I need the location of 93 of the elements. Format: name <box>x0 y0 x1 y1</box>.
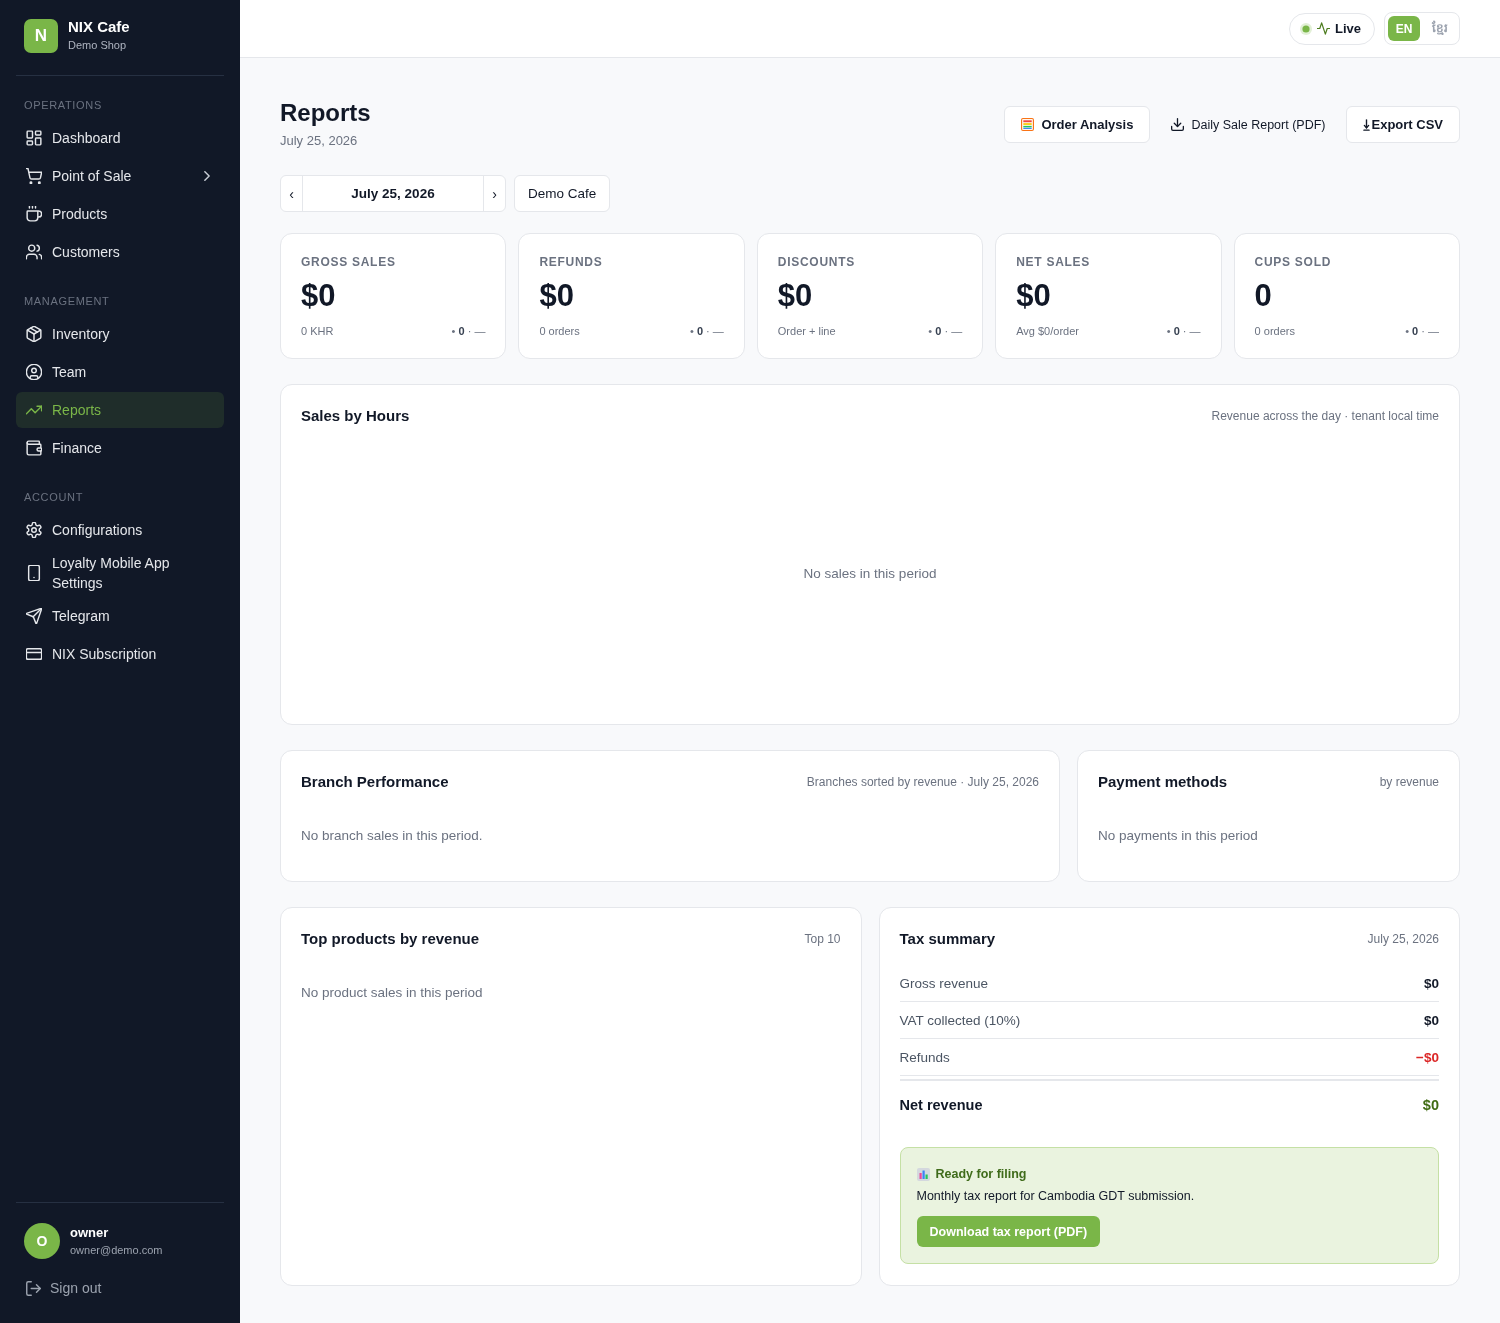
credit-card-icon <box>26 646 42 662</box>
card-subtitle: Branches sorted by revenue · July 25, 2026 <box>806 775 1039 789</box>
nav-item[interactable]: Inventory <box>16 316 224 352</box>
kpi-subtext: Order + line <box>777 324 836 338</box>
export-csv-button[interactable]: Export CSV <box>1346 106 1460 143</box>
kpi-trend: • 0 · — <box>1405 324 1439 338</box>
notice-title: Ready for filing <box>935 1166 1027 1183</box>
bar-chart-icon <box>916 1167 930 1181</box>
spreadsheet-icon <box>1021 118 1035 131</box>
settings-icon <box>26 522 42 538</box>
kpi-value: $0 <box>301 278 337 314</box>
section-heading: MANAGEMENT <box>23 294 111 308</box>
card-title: Tax summary <box>899 929 996 949</box>
nav-item[interactable]: Point of Sale <box>16 158 224 194</box>
branch-selector[interactable]: Demo Cafe <box>514 175 611 212</box>
notice-text: Monthly tax report for Cambodia GDT submission. <box>916 1188 1196 1205</box>
user-name: owner <box>70 1224 110 1241</box>
nav-item[interactable]: Loyalty Mobile App Settings <box>16 550 224 596</box>
tax-row-label: Net revenue <box>899 1097 983 1113</box>
brand-name: NIX Cafe <box>68 18 130 36</box>
order-analysis-button[interactable]: Order Analysis <box>1004 106 1151 143</box>
download-arrow-icon <box>1363 118 1371 131</box>
empty-state-message: No product sales in this period <box>301 984 484 1002</box>
cup-icon <box>26 206 42 222</box>
wallet-icon <box>26 440 42 456</box>
cart-icon <box>26 168 42 184</box>
kpi-label: GROSS SALES <box>301 255 397 269</box>
brand-subtitle: Demo Shop <box>68 38 128 53</box>
kpi-value: $0 <box>777 278 814 314</box>
kpi-label: REFUNDS <box>539 255 604 269</box>
nav-item[interactable]: Reports <box>16 392 224 428</box>
empty-state-message: No payments in this period <box>1098 827 1259 845</box>
kpi-label: DISCOUNTS <box>777 255 856 269</box>
trend-up-icon <box>26 402 42 418</box>
tax-row-value: $0 <box>1423 1012 1439 1028</box>
brand-logo: N <box>24 18 58 53</box>
live-label: Live <box>1335 21 1361 36</box>
card-subtitle: Top 10 <box>804 932 841 946</box>
pulse-icon <box>1317 22 1330 35</box>
tax-row-label: Gross revenue <box>899 975 989 991</box>
download-icon <box>1171 118 1185 131</box>
nav-item[interactable]: Finance <box>16 430 224 466</box>
kpi-value: $0 <box>539 278 575 314</box>
nav-item[interactable]: Telegram <box>16 598 224 634</box>
kpi-trend: • 0 · — <box>928 324 963 338</box>
user-avatar: O <box>24 1223 60 1259</box>
nav-item[interactable]: Customers <box>16 234 224 270</box>
card-subtitle: by revenue <box>1379 775 1439 789</box>
package-icon <box>26 326 42 342</box>
page-date: July 25, 2026 <box>280 132 359 150</box>
nav-item[interactable]: Products <box>16 196 224 232</box>
tax-row-label: VAT collected (10%) <box>899 1012 1021 1028</box>
card-title: Sales by Hours <box>301 406 410 426</box>
kpi-subtext: 0 KHR <box>301 324 334 338</box>
tax-row-label: Refunds <box>899 1049 950 1065</box>
paper-plane-icon <box>26 608 42 624</box>
kpi-label: NET SALES <box>1016 255 1091 269</box>
tax-row-value: $0 <box>1422 1097 1439 1113</box>
daily-report-button[interactable]: Daily Sale Report (PDF) <box>1160 106 1337 143</box>
nav-item[interactable]: Team <box>16 354 224 390</box>
card-title: Branch Performance <box>301 772 449 792</box>
sign-out-button[interactable]: Sign out <box>16 1273 112 1303</box>
tax-row-value: $0 <box>1423 975 1439 991</box>
nav-item[interactable]: NIX Subscription <box>16 636 224 672</box>
kpi-subtext: 0 orders <box>1254 324 1295 338</box>
empty-state-message: No branch sales in this period. <box>301 827 484 845</box>
section-heading: OPERATIONS <box>23 98 103 112</box>
kpi-label: CUPS SOLD <box>1254 255 1333 269</box>
tax-row-value: −$0 <box>1416 1049 1439 1065</box>
kpi-value: $0 <box>1016 278 1052 314</box>
kpi-subtext: Avg $0/order <box>1016 324 1079 338</box>
card-subtitle: Revenue across the day · tenant local time <box>1211 409 1439 423</box>
nav-item[interactable]: Configurations <box>16 512 224 548</box>
user-email: owner@demo.com <box>70 1243 163 1258</box>
kpi-trend: • 0 · — <box>689 324 724 338</box>
card-subtitle: July 25, 2026 <box>1367 932 1439 946</box>
users-icon <box>26 244 42 260</box>
kpi-trend: • 0 · — <box>451 324 486 338</box>
section-heading: ACCOUNT <box>23 490 84 504</box>
card-title: Payment methods <box>1098 772 1228 792</box>
kpi-subtext: 0 orders <box>539 324 580 338</box>
kpi-trend: • 0 · — <box>1166 324 1201 338</box>
sign-out-icon <box>26 1280 41 1296</box>
previous-date-button[interactable]: ‹ <box>281 176 303 211</box>
grid-icon <box>26 130 42 146</box>
kpi-value: 0 <box>1254 278 1273 314</box>
empty-state-message: No sales in this period <box>803 564 937 583</box>
date-value: July 25, 2026 <box>350 185 436 203</box>
next-date-button[interactable]: › <box>483 176 505 211</box>
card-title: Top products by revenue <box>301 929 480 949</box>
nav-item[interactable]: Dashboard <box>16 120 224 156</box>
phone-icon <box>26 565 42 581</box>
page-title: Reports <box>280 98 371 128</box>
